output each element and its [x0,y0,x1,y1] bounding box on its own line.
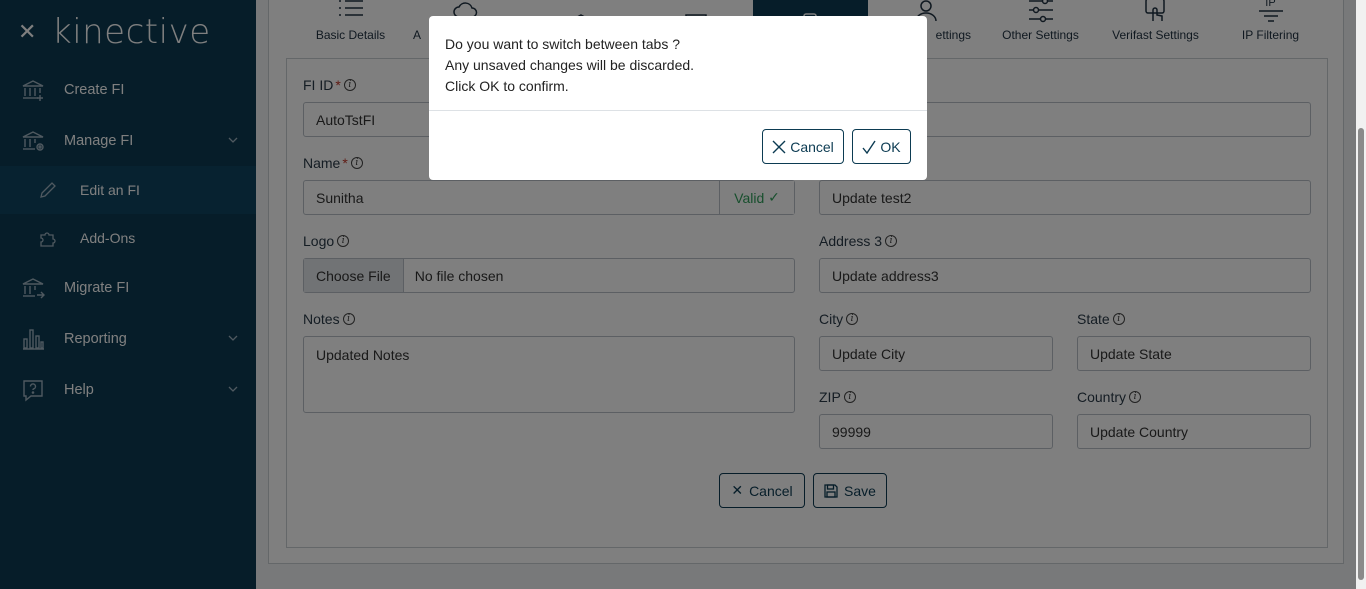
dialog-line-2: Any unsaved changes will be discarded. [445,57,695,73]
confirm-tab-switch-dialog: Do you want to switch between tabs ? Any… [429,16,927,180]
dialog-message: Do you want to switch between tabs ? Any… [429,16,927,111]
dialog-line-3: Click OK to confirm. [445,78,569,94]
page-scrollbar[interactable] [1356,0,1366,589]
dialog-line-1: Do you want to switch between tabs ? [445,36,681,52]
check-icon [862,140,876,154]
close-icon [772,140,786,153]
dialog-cancel-button[interactable]: Cancel [762,129,844,164]
scrollbar-thumb[interactable] [1358,128,1364,580]
dialog-ok-button[interactable]: OK [852,129,911,164]
